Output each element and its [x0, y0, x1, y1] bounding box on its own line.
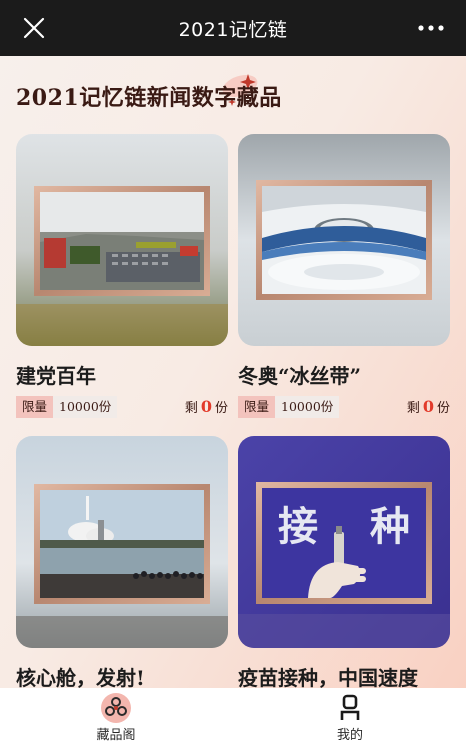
- remaining-count: 剩0份: [185, 396, 228, 420]
- vaccine-image[interactable]: 接 种: [238, 436, 450, 648]
- tab-label: 我的: [336, 728, 363, 742]
- app-screen: 2021记忆链 2021记忆链新闻数字藏品 建党百年 限量 10000份 剩 0…: [0, 0, 466, 742]
- remain-number: 0: [422, 397, 434, 416]
- tab-profile[interactable]: 我的: [310, 688, 390, 742]
- limit-value: 10000份: [275, 396, 340, 418]
- limit-badge: 限量 10000份: [238, 396, 340, 418]
- card-title: 疫苗接种，中国速度: [238, 666, 418, 690]
- ice-stadium-image[interactable]: [238, 134, 450, 346]
- remain-number: 0: [200, 397, 212, 416]
- remain-prefix: 剩: [406, 401, 420, 416]
- collectible-card[interactable]: 核心舱，发射!: [16, 436, 228, 690]
- close-icon[interactable]: [20, 14, 48, 42]
- page-title: 2021记忆链: [178, 18, 288, 41]
- card-title: 建党百年: [16, 364, 96, 388]
- vaccine-image-text: 接: [278, 504, 318, 550]
- limit-label: 限量: [238, 396, 276, 418]
- remain-suffix: 份: [436, 401, 450, 416]
- bottom-tab-bar: 藏品阁 我的: [0, 688, 466, 742]
- more-dots-icon[interactable]: [416, 14, 446, 42]
- limit-value: 10000份: [53, 396, 118, 418]
- limit-badge: 限量 10000份: [16, 396, 118, 418]
- rocket-launch-image[interactable]: [16, 436, 228, 648]
- card-meta: 限量 10000份 剩0份: [238, 396, 450, 418]
- vaccine-image-text: 种: [370, 504, 410, 550]
- section-heading: 2021记忆链新闻数字藏品: [16, 85, 282, 111]
- collection-icon: [101, 693, 131, 723]
- collectible-card[interactable]: 接 种 疫苗接种，中国速度: [238, 436, 450, 690]
- tab-collection[interactable]: 藏品阁: [76, 688, 156, 742]
- collectible-card[interactable]: 冬奥“冰丝带” 限量 10000份 剩0份: [238, 134, 450, 418]
- remaining-count: 剩0份: [407, 396, 450, 420]
- collectible-card[interactable]: 建党百年 限量 10000份 剩0份: [16, 134, 228, 418]
- remain-prefix: 剩: [184, 401, 198, 416]
- parade-square-image[interactable]: [16, 134, 228, 346]
- remain-suffix: 份: [214, 401, 228, 416]
- profile-icon: [340, 694, 360, 720]
- top-nav-bar: 2021记忆链: [0, 0, 466, 56]
- card-meta: 限量 10000份 剩0份: [16, 396, 228, 418]
- card-title: 冬奥“冰丝带”: [238, 364, 362, 388]
- limit-label: 限量: [16, 396, 54, 418]
- tab-label: 藏品阁: [96, 728, 136, 742]
- card-title: 核心舱，发射!: [16, 666, 145, 690]
